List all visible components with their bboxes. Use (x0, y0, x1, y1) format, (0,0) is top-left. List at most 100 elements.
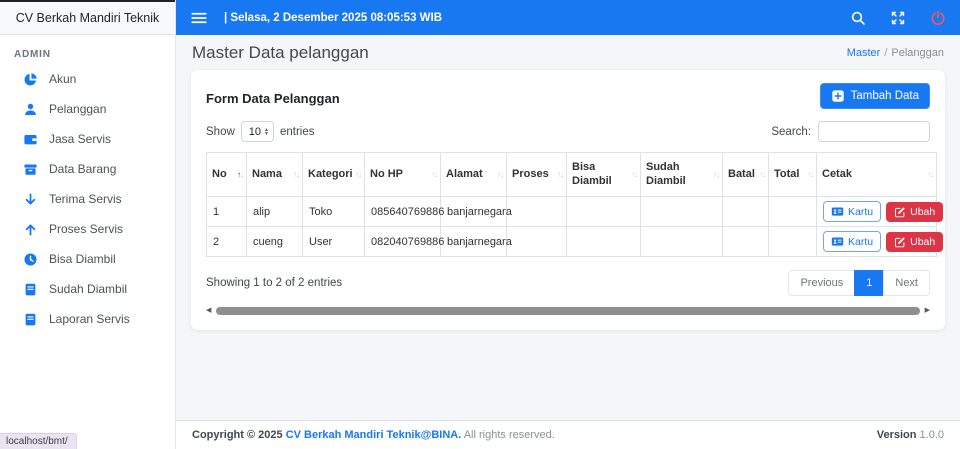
book-icon (22, 311, 38, 327)
sort-icons: ↑↓ (431, 169, 438, 179)
previous-page-button[interactable]: Previous (788, 270, 856, 296)
column-header-cetak[interactable]: Cetak ↑↓ (816, 152, 937, 197)
table-controls: Show 10 ▲ ▼ entries Search: (206, 121, 930, 142)
topbar: | Selasa, 2 Desember 2025 08:05:53 WIB (176, 0, 960, 35)
plus-square-icon (831, 90, 844, 102)
table-row: 1 alip Toko 085640769886 banjarnegara Ka… (206, 196, 944, 227)
arrow-up-icon (22, 221, 38, 237)
table-row: 2 cueng User 082040769886 banjarnegara K… (206, 226, 944, 257)
topbar-actions (850, 10, 946, 26)
column-header-no[interactable]: No ↑↓ (206, 152, 247, 197)
brand-title[interactable]: CV Berkah Mandiri Teknik (0, 0, 175, 35)
fullscreen-expand-icon[interactable] (890, 10, 906, 26)
sort-icons: ↑↓ (557, 169, 564, 179)
topbar-datetime: | Selasa, 2 Desember 2025 08:05:53 WIB (224, 11, 443, 24)
scroll-left-icon[interactable]: ◀ (206, 306, 211, 316)
archive-icon (22, 161, 38, 177)
column-header-nama[interactable]: Nama ↑↓ (246, 152, 303, 197)
sort-icons: ↑↓ (293, 169, 300, 179)
column-header-alamat[interactable]: Alamat ↑↓ (440, 152, 507, 197)
arrow-down-icon (22, 191, 38, 207)
sort-icons: ↑↓ (355, 169, 362, 179)
sidebar-item-data-barang[interactable]: Data Barang (0, 154, 175, 184)
sidebar-item-terima-servis[interactable]: Terima Servis (0, 184, 175, 214)
sort-icons: ↑↓ (927, 169, 934, 179)
card-title: Form Data Pelanggan (206, 91, 340, 106)
data-card: Form Data Pelanggan Tambah Data Show 10 … (191, 70, 945, 330)
pagination: Previous 1 Next (788, 270, 930, 296)
sidebar-item-label: Pelanggan (49, 102, 107, 116)
sort-icons: ↑↓ (713, 169, 720, 179)
footer-copyright: Copyright © 2025 CV Berkah Mandiri Tekni… (192, 429, 555, 441)
entries-select[interactable]: 10 ▲ ▼ (240, 121, 274, 142)
column-header-proses[interactable]: Proses ↑↓ (506, 152, 567, 197)
column-header-no-hp[interactable]: No HP ↑↓ (364, 152, 441, 197)
sidebar-item-jasa-servis[interactable]: Jasa Servis (0, 124, 175, 154)
column-header-kategori[interactable]: Kategori ↑↓ (302, 152, 365, 197)
sidebar-item-laporan-servis[interactable]: Laporan Servis (0, 304, 175, 334)
scrollbar-thumb[interactable] (216, 307, 920, 315)
power-logout-icon[interactable] (930, 10, 946, 26)
sidebar-item-label: Laporan Servis (49, 312, 130, 326)
cell-no-hp: 085640769886 (364, 196, 444, 227)
sidebar-item-sudah-diambil[interactable]: Sudah Diambil (0, 274, 175, 304)
breadcrumb-separator: / (884, 47, 888, 59)
table-header-row: No ↑↓ Nama ↑↓ Kategori ↑↓ No HP ↑↓ Alamat ↑↓ … (206, 152, 937, 197)
cell-nama: cueng (246, 226, 303, 257)
app-window: CV Berkah Mandiri Teknik ADMIN Akun Pela… (0, 0, 960, 449)
cell-nama: alip (246, 196, 303, 227)
pie-chart-icon (22, 71, 38, 87)
search-icon[interactable] (850, 10, 866, 26)
sidebar-item-proses-servis[interactable]: Proses Servis (0, 214, 175, 244)
add-data-button-label: Tambah Data (850, 90, 919, 102)
menu-icon[interactable] (190, 9, 208, 27)
cell-proses (506, 196, 567, 227)
next-page-button[interactable]: Next (883, 270, 930, 296)
cell-batal (722, 226, 769, 257)
ubah-button-label: Ubah (910, 206, 936, 218)
cell-no: 2 (206, 226, 247, 257)
sidebar-item-label: Proses Servis (49, 222, 124, 236)
browser-status-url: localhost/bmt/ (0, 433, 77, 449)
select-spinner-icon: ▲ ▼ (264, 126, 269, 137)
footer-version: Version 1.0.0 (876, 429, 944, 441)
horizontal-scrollbar: ◀ ▶ (206, 306, 930, 316)
cell-cetak: Kartu Ubah (816, 196, 944, 227)
sidebar-item-pelanggan[interactable]: Pelanggan (0, 94, 175, 124)
breadcrumb: Master / Pelanggan (847, 47, 944, 59)
entries-label: entries (279, 125, 315, 138)
ubah-button[interactable]: Ubah (886, 232, 944, 252)
card-header: Form Data Pelanggan Tambah Data (206, 83, 930, 109)
cell-bisa-diambil (566, 226, 641, 257)
column-header-total[interactable]: Total ↑↓ (768, 152, 817, 197)
cell-kategori: User (302, 226, 365, 257)
add-data-button[interactable]: Tambah Data (819, 83, 930, 109)
column-header-bisa-diambil[interactable]: Bisa Diambil ↑↓ (566, 152, 641, 197)
kartu-button-label: Kartu (848, 235, 874, 248)
clock-icon (22, 251, 38, 267)
edit-pencil-icon (895, 207, 905, 218)
footer-company-link[interactable]: CV Berkah Mandiri Teknik@BINA. (286, 429, 462, 441)
ubah-button[interactable]: Ubah (886, 202, 944, 222)
main-area: | Selasa, 2 Desember 2025 08:05:53 WIB M… (176, 0, 960, 449)
sidebar-item-label: Bisa Diambil (49, 252, 116, 266)
kartu-button[interactable]: Kartu (823, 201, 882, 222)
cell-proses (506, 226, 567, 257)
cell-cetak: Kartu Ubah (816, 226, 944, 257)
footer: Copyright © 2025 CV Berkah Mandiri Tekni… (176, 420, 960, 449)
kartu-button[interactable]: Kartu (823, 231, 882, 252)
sidebar-item-label: Sudah Diambil (49, 282, 128, 296)
column-header-batal[interactable]: Batal ↑↓ (722, 152, 769, 197)
sidebar-item-akun[interactable]: Akun (0, 64, 175, 94)
ubah-button-label: Ubah (910, 236, 936, 248)
column-header-sudah-diambil[interactable]: Sudah Diambil ↑↓ (640, 152, 723, 197)
breadcrumb-current: Pelanggan (891, 47, 944, 59)
cell-total (768, 196, 817, 227)
search-control: Search: (771, 121, 930, 142)
breadcrumb-link-master[interactable]: Master (847, 47, 881, 59)
sidebar-item-bisa-diambil[interactable]: Bisa Diambil (0, 244, 175, 274)
search-input[interactable] (818, 121, 930, 142)
scroll-right-icon[interactable]: ▶ (925, 306, 930, 316)
sort-icons: ↑↓ (631, 169, 638, 179)
page-number-button[interactable]: 1 (854, 270, 885, 296)
